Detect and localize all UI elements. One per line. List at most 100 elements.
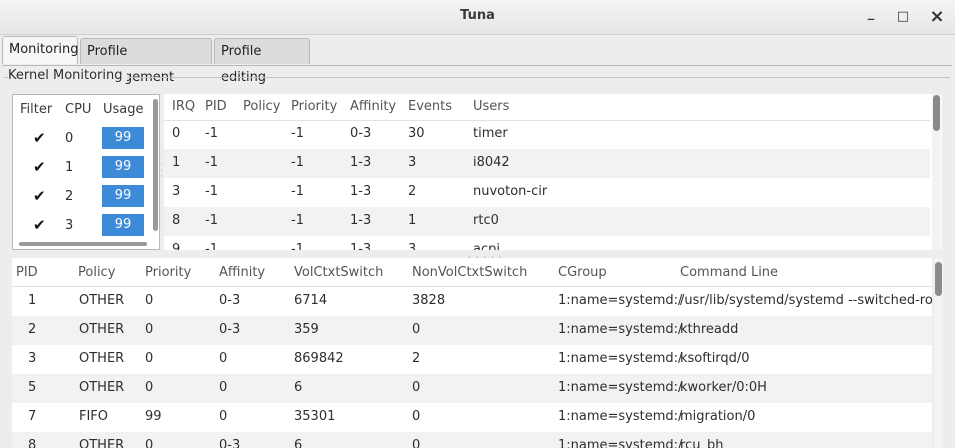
cpu-vscrollbar[interactable] (153, 99, 158, 231)
affinity-cell: 1-3 (350, 184, 372, 199)
tab-profile-management[interactable]: Profile management (80, 38, 212, 85)
priority-cell: 0 (145, 351, 154, 366)
affinity-cell: 1-3 (350, 213, 372, 228)
column-header-filter[interactable]: Filter (20, 102, 52, 117)
column-header-usage[interactable]: Usage (103, 102, 144, 117)
cpu-number: 2 (65, 189, 74, 204)
column-header-users[interactable]: Users (473, 99, 509, 114)
process-row[interactable]: 7 FIFO 99 0 35301 0 1:name=systemd:/ mig… (12, 403, 932, 432)
cgroup-cell: 1:name=systemd:/ (558, 409, 683, 424)
irq-cell: 3 (172, 184, 181, 199)
command-line-cell: migration/0 (680, 409, 756, 424)
filter-checkbox[interactable]: ✔ (33, 160, 47, 175)
cpu-hscrollbar[interactable] (19, 242, 147, 246)
process-row[interactable]: 2 OTHER 0 0-3 359 0 1:name=systemd:/ kth… (12, 316, 932, 345)
usage-bar: 99 (102, 214, 144, 236)
pid-cell: 5 (28, 380, 37, 395)
process-vscrollbar-thumb[interactable] (935, 262, 942, 296)
filter-checkbox[interactable]: ✔ (33, 218, 47, 233)
irq-cell: 1 (172, 155, 181, 170)
tab-monitoring[interactable]: Monitoring (2, 36, 79, 64)
cpu-row[interactable]: ✔ 3 99 (13, 212, 153, 240)
pid-cell: -1 (205, 213, 218, 228)
pid-cell: -1 (205, 242, 218, 250)
policy-cell: OTHER (79, 438, 125, 448)
column-header-cpu[interactable]: CPU (65, 102, 91, 117)
irq-cell: 8 (172, 213, 181, 228)
process-row[interactable]: 3 OTHER 0 0 869842 2 1:name=systemd:/ ks… (12, 345, 932, 374)
column-header-irq[interactable]: IRQ (172, 99, 195, 114)
volctxtswitch-cell: 359 (294, 322, 319, 337)
process-table-header: PID Policy Priority Affinity VolCtxtSwit… (12, 258, 932, 287)
nonvolctxtswitch-cell: 2 (412, 351, 421, 366)
priority-cell: -1 (291, 126, 304, 141)
filter-checkbox[interactable]: ✔ (33, 189, 47, 204)
nonvolctxtswitch-cell: 0 (412, 380, 421, 395)
column-header-priority[interactable]: Priority (145, 265, 191, 280)
cpu-row[interactable]: ✔ 0 99 (13, 125, 153, 153)
column-header-pid[interactable]: PID (16, 265, 38, 280)
column-header-cgroup[interactable]: CGroup (558, 265, 607, 280)
policy-cell: OTHER (79, 380, 125, 395)
filter-checkbox[interactable]: ✔ (33, 131, 47, 146)
cpu-number: 3 (65, 218, 74, 233)
cgroup-cell: 1:name=systemd:/ (558, 438, 683, 448)
irq-row[interactable]: 0 -1 -1 0-3 30 timer (164, 120, 930, 149)
volctxtswitch-cell: 6 (294, 380, 303, 395)
cpu-row[interactable]: ✔ 1 99 (13, 154, 153, 182)
column-header-pid[interactable]: PID (205, 99, 227, 114)
process-row[interactable]: 8 OTHER 0 0-3 6 0 1:name=systemd:/ rcu_b… (12, 432, 932, 448)
maximize-icon[interactable]: □ (892, 6, 914, 28)
irq-row[interactable]: 8 -1 -1 1-3 1 rtc0 (164, 207, 930, 236)
nonvolctxtswitch-cell: 0 (412, 322, 421, 337)
events-cell: 3 (408, 155, 417, 170)
column-header-policy[interactable]: Policy (243, 99, 280, 114)
pid-cell: 7 (28, 409, 37, 424)
column-header-affinity[interactable]: Affinity (350, 99, 396, 114)
column-header-nonvolctxtswitch[interactable]: NonVolCtxtSwitch (412, 265, 527, 280)
events-cell: 1 (408, 213, 417, 228)
policy-cell: OTHER (79, 351, 125, 366)
irq-table-header: IRQ PID Policy Priority Affinity Events … (164, 94, 930, 121)
process-row[interactable]: 5 OTHER 0 0 6 0 1:name=systemd:/ kworker… (12, 374, 932, 403)
affinity-cell: 0 (219, 380, 228, 395)
usage-bar: 99 (102, 185, 144, 207)
priority-cell: 0 (145, 438, 154, 448)
priority-cell: 0 (145, 293, 154, 308)
process-row[interactable]: 1 OTHER 0 0-3 6714 3828 1:name=systemd:/… (12, 287, 932, 316)
minimize-icon[interactable]: _ (860, 3, 882, 25)
kernel-monitoring-frame (4, 77, 950, 88)
irq-row[interactable]: 3 -1 -1 1-3 2 nuvoton-cir (164, 178, 930, 207)
irq-vscrollbar-thumb[interactable] (933, 95, 940, 131)
irq-table: IRQ PID Policy Priority Affinity Events … (164, 94, 942, 250)
affinity-cell: 1-3 (350, 242, 372, 250)
affinity-cell: 0-3 (350, 126, 372, 141)
column-header-affinity[interactable]: Affinity (219, 265, 265, 280)
affinity-cell: 0-3 (219, 438, 241, 448)
cpu-table: Filter CPU Usage ✔ 0 99 ✔ 1 99 ✔ 2 99 ✔ … (12, 94, 160, 250)
tab-profile-editing[interactable]: Profile editing (214, 38, 310, 85)
close-icon[interactable]: × (926, 6, 948, 28)
pane-splitter-handle[interactable]: · · · (160, 161, 163, 182)
priority-cell: 99 (145, 409, 162, 424)
pid-cell: 2 (28, 322, 37, 337)
volctxtswitch-cell: 869842 (294, 351, 344, 366)
column-header-priority[interactable]: Priority (291, 99, 337, 114)
irq-row[interactable]: 1 -1 -1 1-3 3 i8042 (164, 149, 930, 178)
volctxtswitch-cell: 6 (294, 438, 303, 448)
column-header-policy[interactable]: Policy (78, 265, 115, 280)
nonvolctxtswitch-cell: 0 (412, 409, 421, 424)
affinity-cell: 0 (219, 409, 228, 424)
priority-cell: 0 (145, 380, 154, 395)
cgroup-cell: 1:name=systemd:/ (558, 351, 683, 366)
column-header-events[interactable]: Events (408, 99, 452, 114)
irq-row[interactable]: 9 -1 -1 1-3 3 acpi (164, 236, 930, 250)
window-title: Tuna (460, 8, 495, 23)
irq-cell: 0 (172, 126, 181, 141)
users-cell: timer (473, 126, 508, 141)
column-header-volctxtswitch[interactable]: VolCtxtSwitch (294, 265, 383, 280)
tab-divider (2, 65, 952, 66)
cpu-row[interactable]: ✔ 2 99 (13, 183, 153, 211)
pid-cell: 8 (28, 438, 37, 448)
column-header-command-line[interactable]: Command Line (680, 265, 778, 280)
